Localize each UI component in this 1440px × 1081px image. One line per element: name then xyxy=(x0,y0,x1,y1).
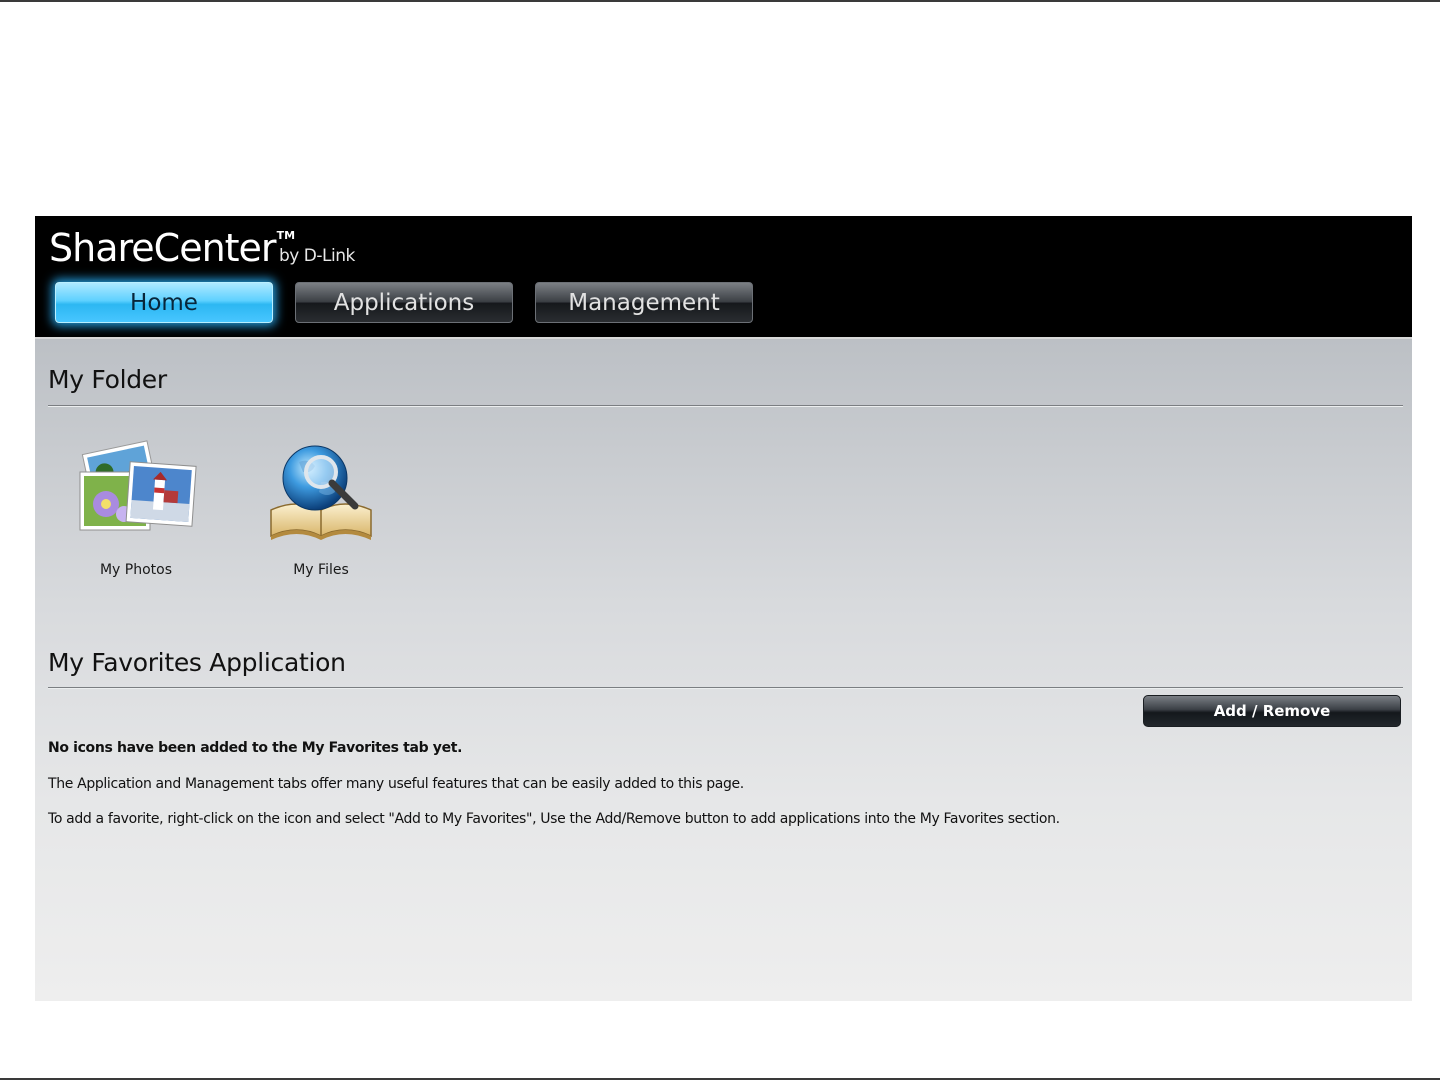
favorites-info-line-2: To add a favorite, right-click on the ic… xyxy=(48,811,1060,827)
app-header: ShareCenterTM by D-Link Home Applications… xyxy=(35,216,1412,337)
tab-home[interactable]: Home xyxy=(55,282,273,323)
my-files-label: My Files xyxy=(293,562,349,578)
logo-trademark: TM xyxy=(276,229,296,242)
favorites-empty-heading: No icons have been added to the My Favor… xyxy=(48,740,463,756)
sharecenter-window: ShareCenterTM by D-Link Home Applications… xyxy=(35,216,1412,1001)
home-content: My Folder My Photos My Files My Favorite… xyxy=(35,337,1412,1001)
add-remove-button[interactable]: Add / Remove xyxy=(1143,695,1401,727)
my-favorites-title: My Favorites Application xyxy=(48,648,346,677)
tab-home-label: Home xyxy=(130,289,198,316)
tab-applications[interactable]: Applications xyxy=(295,282,513,323)
tab-management[interactable]: Management xyxy=(535,282,753,323)
my-folder-title: My Folder xyxy=(48,365,167,394)
my-files-shortcut[interactable]: My Files xyxy=(251,432,391,578)
bottom-border-rule xyxy=(0,1078,1440,1080)
top-border-rule xyxy=(0,0,1440,2)
logo-name: ShareCenter xyxy=(49,226,277,270)
sharecenter-logo[interactable]: ShareCenterTM by D-Link xyxy=(49,226,355,270)
my-favorites-divider xyxy=(48,687,1403,688)
photos-icon xyxy=(79,440,197,531)
favorites-info-line-1: The Application and Management tabs offe… xyxy=(48,776,744,792)
tab-management-label: Management xyxy=(568,289,720,316)
logo-by-dlink: by D-Link xyxy=(279,246,355,266)
tab-applications-label: Applications xyxy=(333,289,475,316)
globe-book-icon xyxy=(270,445,372,540)
my-photos-label: My Photos xyxy=(99,562,173,578)
my-folder-divider xyxy=(48,405,1403,406)
my-photos-shortcut[interactable]: My Photos xyxy=(66,432,206,578)
add-remove-label: Add / Remove xyxy=(1213,702,1331,720)
